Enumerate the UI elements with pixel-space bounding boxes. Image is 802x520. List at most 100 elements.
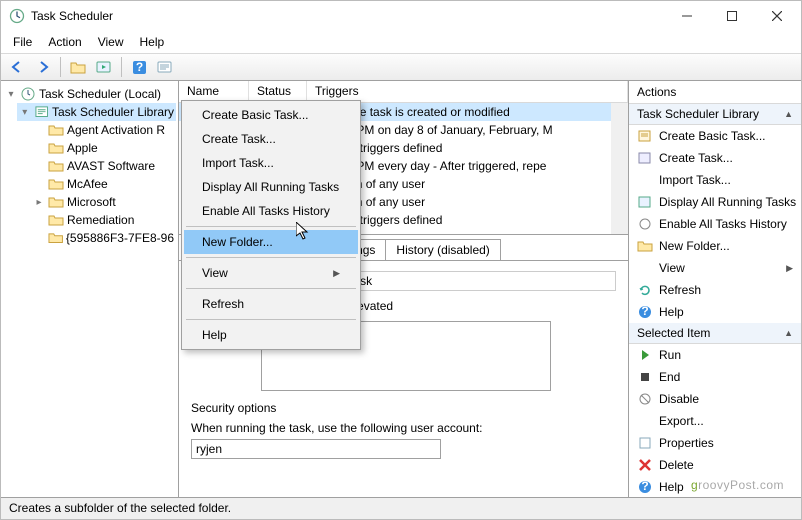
status-text: Creates a subfolder of the selected fold…	[9, 501, 231, 515]
ctx-separator	[186, 257, 356, 258]
titlebar: Task Scheduler	[1, 1, 801, 31]
menu-action[interactable]: Action	[40, 33, 89, 51]
action-disable[interactable]: Disable	[629, 388, 801, 410]
back-button[interactable]	[5, 56, 29, 78]
folder-icon	[48, 194, 64, 210]
help-icon: ?	[637, 479, 653, 495]
close-button[interactable]	[754, 2, 799, 31]
folder-icon	[48, 230, 63, 246]
window-title: Task Scheduler	[31, 9, 664, 23]
col-name[interactable]: Name	[179, 81, 249, 102]
tree-item-label: Microsoft	[67, 195, 116, 209]
col-status[interactable]: Status	[249, 81, 307, 102]
actions-group-label: Task Scheduler Library	[637, 107, 759, 121]
tree-item-label: McAfee	[67, 177, 108, 191]
action-export[interactable]: Export...	[629, 410, 801, 432]
ctx-help[interactable]: Help	[184, 323, 358, 347]
action-delete[interactable]: Delete	[629, 454, 801, 476]
toolbar-separator	[121, 57, 122, 77]
tree-folder[interactable]: {595886F3-7FE8-96	[31, 229, 176, 247]
action-help-2[interactable]: ?Help	[629, 476, 801, 497]
wizard-icon	[637, 128, 653, 144]
action-import-task[interactable]: Import Task...	[629, 169, 801, 191]
tree-folder[interactable]: McAfee	[31, 175, 176, 193]
folder-icon[interactable]	[66, 56, 90, 78]
menu-file[interactable]: File	[5, 33, 40, 51]
maximize-button[interactable]	[709, 2, 754, 31]
menu-view[interactable]: View	[90, 33, 132, 51]
folder-icon	[48, 176, 64, 192]
actions-header: Actions	[629, 81, 801, 104]
submenu-arrow-icon: ▶	[786, 263, 793, 274]
tree-item-label: Agent Activation R	[67, 123, 165, 137]
toolbar-separator	[60, 57, 61, 77]
menu-help[interactable]: Help	[132, 33, 173, 51]
export-icon	[637, 413, 653, 429]
status-bar: Creates a subfolder of the selected fold…	[1, 497, 801, 519]
tree-folder[interactable]: Remediation	[31, 211, 176, 229]
collapse-icon[interactable]: ▾	[5, 89, 17, 100]
col-triggers[interactable]: Triggers	[307, 81, 628, 102]
history-icon	[637, 216, 653, 232]
action-create-task[interactable]: Create Task...	[629, 147, 801, 169]
context-menu: Create Basic Task... Create Task... Impo…	[181, 100, 361, 350]
folder-icon	[48, 122, 64, 138]
help-icon: ?	[637, 304, 653, 320]
ctx-refresh[interactable]: Refresh	[184, 292, 358, 316]
action-help[interactable]: ?Help	[629, 301, 801, 323]
action-view[interactable]: View▶	[629, 257, 801, 279]
vertical-scrollbar[interactable]	[611, 103, 628, 234]
tree-item-label: {595886F3-7FE8-96	[66, 231, 174, 245]
action-properties[interactable]: Properties	[629, 432, 801, 454]
tree-folder[interactable]: Apple	[31, 139, 176, 157]
ctx-create-task[interactable]: Create Task...	[184, 127, 358, 151]
blank-icon	[637, 260, 653, 276]
tree-library[interactable]: ▾ Task Scheduler Library	[17, 103, 176, 121]
action-display-running[interactable]: Display All Running Tasks	[629, 191, 801, 213]
ctx-separator	[186, 319, 356, 320]
app-icon	[9, 8, 25, 24]
folder-icon	[48, 140, 64, 156]
ctx-import-task[interactable]: Import Task...	[184, 151, 358, 175]
toolbar: ?	[1, 53, 801, 81]
action-end[interactable]: End	[629, 366, 801, 388]
security-account-value: ryjen	[191, 439, 441, 459]
expand-icon[interactable]: ▸	[33, 197, 45, 208]
action-create-basic-task[interactable]: Create Basic Task...	[629, 125, 801, 147]
action-refresh[interactable]: Refresh	[629, 279, 801, 301]
properties-icon[interactable]	[153, 56, 177, 78]
folder-icon	[48, 212, 64, 228]
forward-button[interactable]	[31, 56, 55, 78]
svg-text:?: ?	[641, 479, 648, 493]
tree-folder[interactable]: Agent Activation R	[31, 121, 176, 139]
actions-group-library[interactable]: Task Scheduler Library ▲	[629, 104, 801, 125]
help-icon[interactable]: ?	[127, 56, 151, 78]
tree-folder[interactable]: ▸ Microsoft	[31, 193, 176, 211]
minimize-button[interactable]	[664, 2, 709, 31]
svg-text:?: ?	[135, 60, 142, 74]
action-new-folder[interactable]: New Folder...	[629, 235, 801, 257]
ctx-display-running[interactable]: Display All Running Tasks	[184, 175, 358, 199]
collapse-icon: ▲	[784, 328, 793, 338]
menubar: File Action View Help	[1, 31, 801, 53]
ctx-separator	[186, 288, 356, 289]
new-folder-icon	[637, 238, 653, 254]
security-account-text: When running the task, use the following…	[191, 421, 616, 435]
tab-history[interactable]: History (disabled)	[385, 239, 500, 260]
tree-root[interactable]: ▾ Task Scheduler (Local)	[3, 85, 176, 103]
tree-item-label: Remediation	[67, 213, 134, 227]
actions-group-selected[interactable]: Selected Item ▲	[629, 323, 801, 344]
ctx-create-basic-task[interactable]: Create Basic Task...	[184, 103, 358, 127]
ctx-new-folder[interactable]: New Folder...	[184, 230, 358, 254]
tree-folder[interactable]: AVAST Software	[31, 157, 176, 175]
running-icon	[637, 194, 653, 210]
collapse-icon[interactable]: ▾	[19, 107, 31, 118]
ctx-view[interactable]: View▶	[184, 261, 358, 285]
action-run[interactable]: Run	[629, 344, 801, 366]
stop-icon	[637, 369, 653, 385]
delete-icon	[637, 457, 653, 473]
action-enable-history[interactable]: Enable All Tasks History	[629, 213, 801, 235]
ctx-enable-history[interactable]: Enable All Tasks History	[184, 199, 358, 223]
actions-group-label: Selected Item	[637, 326, 710, 340]
run-task-icon[interactable]	[92, 56, 116, 78]
